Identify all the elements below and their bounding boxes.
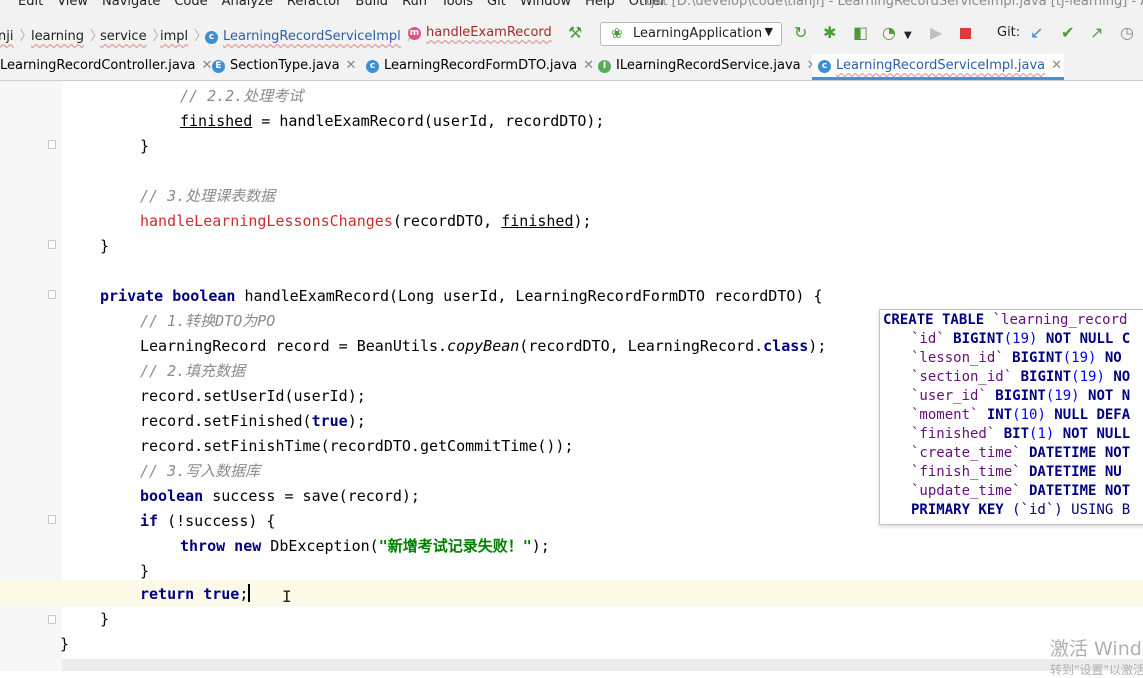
class-icon: c — [205, 31, 218, 44]
sql-line: `id` BIGINT(19) NOT NULL C — [911, 331, 1131, 347]
sql-line: PRIMARY KEY (`id`) USING B — [911, 502, 1131, 518]
sql-line: CREATE TABLE `learning_record — [883, 312, 1128, 328]
code-line: handleLearningLessonsChanges(recordDTO, … — [140, 212, 592, 230]
profile-icon[interactable]: ◔ — [882, 24, 896, 42]
coverage-icon[interactable]: ◧ — [853, 24, 868, 42]
editor-tab-bar: LearningRecordController.java ✕ E SectionT… — [0, 54, 1143, 81]
breadcrumb-class[interactable]: cLearningRecordServiceImpl〉 — [205, 25, 420, 44]
breadcrumb-nji[interactable]: nji 〉 — [0, 25, 32, 44]
code-line: record.setFinished(true); — [140, 412, 366, 430]
git-update-icon[interactable]: ↙ — [1030, 24, 1043, 42]
code-line: LearningRecord record = BeanUtils.copyBe… — [140, 337, 827, 355]
code-line: record.setFinishTime(recordDTO.getCommit… — [140, 437, 574, 455]
menu-tools[interactable]: Tools — [441, 0, 473, 9]
menu-list: Edit View Navigate Code Analyze Refactor Build… — [0, 0, 680, 9]
code-line: // 2.填充数据 — [140, 362, 246, 380]
code-line: record.setUserId(userId); — [140, 387, 366, 405]
code-line: // 3.处理课表数据 — [140, 187, 276, 205]
breadcrumb-learning[interactable]: learning 〉 — [31, 25, 103, 44]
code-line: // 3.写入数据库 — [140, 462, 261, 480]
code-line: // 1.转换DTO为PO — [140, 312, 276, 330]
git-label: Git: — [997, 25, 1021, 40]
enum-icon: E — [212, 60, 225, 73]
menu-edit[interactable]: Edit — [18, 0, 43, 9]
code-line: // 2.2.处理考试 — [180, 87, 304, 105]
menu-help[interactable]: Help — [585, 0, 615, 9]
git-commit-icon[interactable]: ✔ — [1061, 24, 1074, 42]
sql-line: `moment` INT(10) NULL DEFA — [911, 407, 1131, 423]
menu-window[interactable]: Window — [520, 0, 571, 9]
rerun-icon[interactable]: ↻ — [794, 24, 807, 42]
code-line: if (!success) { — [140, 512, 276, 530]
class-icon: c — [366, 60, 379, 73]
sql-ddl-popup: CREATE TABLE `learning_record `id` BIGIN… — [879, 309, 1143, 525]
interface-icon: I — [598, 60, 611, 73]
tab-learning-record-controller[interactable]: LearningRecordController.java ✕ — [0, 58, 212, 73]
menu-view[interactable]: View — [57, 0, 88, 9]
chevron-down-icon: ▼ — [764, 25, 773, 38]
fold-marker[interactable] — [48, 140, 56, 149]
sql-line: `create_time` DATETIME NOT — [911, 445, 1131, 461]
code-line: throw new DbException("新增考试记录失败！"); — [180, 537, 550, 555]
menu-bar: Edit View Navigate Code Analyze Refactor Build… — [0, 0, 1143, 14]
menu-code[interactable]: Code — [174, 0, 207, 9]
history-icon[interactable]: ◷ — [1120, 24, 1134, 42]
code-line: } — [100, 237, 110, 255]
breadcrumb-service[interactable]: service 〉 — [100, 25, 166, 44]
windows-activation-watermark: 激活 Windo转到"设置"以激活 — [1050, 638, 1143, 677]
fold-marker[interactable] — [48, 615, 56, 624]
menu-git[interactable]: Git — [487, 0, 506, 9]
spring-icon: ❀ — [611, 26, 623, 42]
navigation-bar: nji 〉 learning 〉 service 〉 impl 〉 c LearningR… — [0, 14, 1143, 54]
code-line: } — [140, 562, 150, 580]
menu-analyze[interactable]: Analyze — [222, 0, 273, 9]
sql-line: `lesson_id` BIGINT(19) NO — [911, 350, 1122, 366]
stop-icon[interactable] — [960, 28, 971, 39]
window-title: tjxt [D:\develop\code\tianji] - Learning… — [646, 0, 1143, 9]
mouse-ibeam-cursor: I — [282, 587, 292, 606]
method-icon: m — [408, 27, 421, 40]
code-line: } — [140, 137, 150, 155]
sql-line: `update_time` DATETIME NOT — [911, 483, 1131, 499]
horizontal-scrollbar[interactable] — [62, 659, 1143, 671]
tab-learning-record-service-impl[interactable]: c LearningRecordServiceImpl.java ✕ — [812, 54, 1065, 80]
tab-ilearning-record-service[interactable]: IILearningRecordService.java✕ — [598, 58, 818, 73]
fold-marker[interactable] — [48, 240, 56, 249]
debug-icon[interactable]: ✱ — [823, 24, 836, 42]
close-icon[interactable]: ✕ — [1051, 58, 1062, 73]
code-line-current: return true; — [140, 584, 251, 603]
code-line: } — [100, 610, 110, 628]
tab-learning-record-form-dto[interactable]: c LearningRecordFormDTO.java ✕ — [366, 58, 594, 73]
sql-line: `user_id` BIGINT(19) NOT N — [911, 388, 1131, 404]
menu-refactor[interactable]: Refactor — [287, 0, 342, 9]
code-line: boolean success = save(record); — [140, 487, 420, 505]
class-icon: c — [818, 60, 831, 73]
code-line: finished = handleExamRecord(userId, reco… — [180, 112, 605, 130]
text-caret — [248, 584, 251, 602]
tab-section-type[interactable]: E SectionType.java ✕ — [212, 58, 356, 73]
git-push-icon[interactable]: ↗ — [1090, 24, 1103, 42]
menu-navigate[interactable]: Navigate — [102, 0, 160, 9]
close-icon[interactable]: ✕ — [346, 58, 357, 73]
run-configuration-select[interactable]: ❀ LearningApplication ▼ — [600, 22, 782, 46]
run-icon[interactable]: ▶ — [930, 24, 942, 42]
menu-build[interactable]: Build — [355, 0, 388, 9]
code-line: } — [60, 635, 70, 653]
breadcrumb-impl[interactable]: impl 〉 — [160, 25, 207, 44]
menu-run[interactable]: Run — [402, 0, 427, 9]
fold-marker[interactable] — [48, 515, 56, 524]
sql-line: `finished` BIT(1) NOT NULL — [911, 426, 1131, 442]
close-icon[interactable]: ✕ — [201, 58, 212, 73]
close-icon[interactable]: ✕ — [583, 58, 594, 73]
fold-marker[interactable] — [48, 290, 56, 299]
sql-line: `section_id` BIGINT(19) NO — [911, 369, 1131, 385]
build-hammer-icon[interactable]: ⚒ — [568, 24, 582, 42]
profile-dropdown-icon[interactable]: ▼ — [904, 27, 912, 45]
code-line: private boolean handleExamRecord(Long us… — [100, 287, 823, 305]
breadcrumb-method[interactable]: m handleExamRecord — [408, 25, 552, 40]
sql-line: `finish_time` DATETIME NU — [911, 464, 1122, 480]
